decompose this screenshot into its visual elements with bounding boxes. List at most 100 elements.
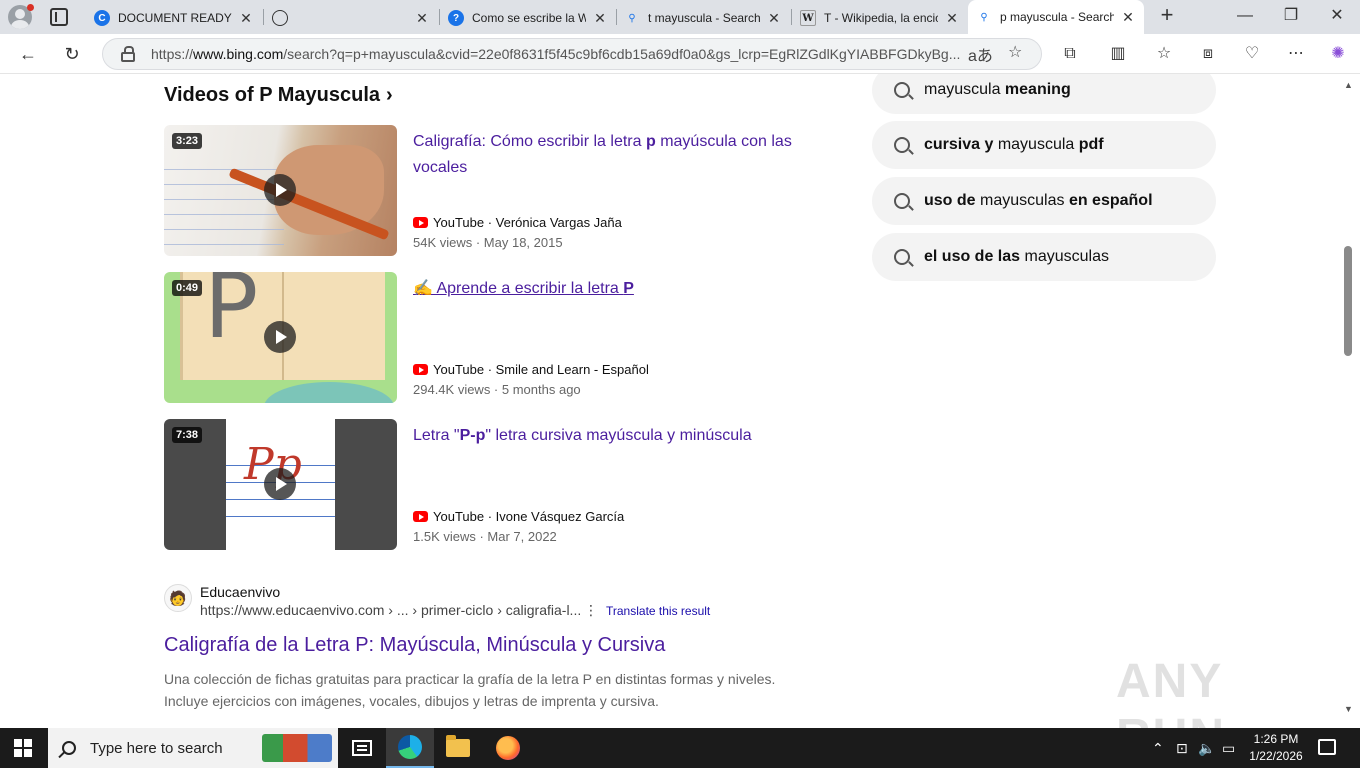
video-source-text: YouTube · Ivone Vásquez García xyxy=(433,509,625,524)
url-text[interactable]: https://www.bing.com/search?q=p+mayuscul… xyxy=(151,46,961,62)
related-bold: en español xyxy=(1068,192,1153,209)
result-title[interactable]: Caligrafía de la Letra P: Mayúscula, Min… xyxy=(164,634,665,657)
favorite-star-icon[interactable]: ☆ xyxy=(1008,42,1022,62)
tab-document-ready[interactable]: C DOCUMENT READY P ✕ xyxy=(86,4,262,32)
tab-p-mayuscula[interactable]: ⚲ p mayuscula - Search ✕ xyxy=(968,0,1144,34)
globe-icon xyxy=(272,10,288,26)
related-search-item[interactable]: el uso de las mayusculas xyxy=(872,233,1216,281)
display-icon[interactable]: ▭ xyxy=(1222,740,1235,757)
clock-time: 1:26 PM xyxy=(1253,732,1299,746)
scroll-up-icon[interactable]: ▲ xyxy=(1344,80,1353,90)
search-highlight-icon[interactable] xyxy=(262,734,332,762)
related-bold: cursiva y xyxy=(924,136,998,153)
tab-como-se-escribe[interactable]: ? Como se escribe la W ✕ xyxy=(440,4,616,32)
page-scrollbar[interactable]: ▲ ▼ xyxy=(1340,74,1360,728)
taskbar-clock[interactable]: 1:26 PM 1/22/2026 xyxy=(1244,731,1308,765)
windows-taskbar: Type here to search ⌃ ⊡ 🔈 ▭ 1:26 PM 1/22… xyxy=(0,728,1360,768)
video-card[interactable]: 3:23 Caligrafía: Cómo escribir la letra … xyxy=(164,125,804,256)
close-icon[interactable]: ✕ xyxy=(592,10,608,27)
related-search-item[interactable]: cursiva y mayuscula pdf xyxy=(872,121,1216,169)
video-title-bold: P-p xyxy=(459,427,486,444)
video-card[interactable]: P 0:49 ✍️ Aprende a escribir la letra P … xyxy=(164,272,804,403)
video-title-bold: p xyxy=(645,133,656,150)
video-card[interactable]: Pp 7:38 Letra "P-p" letra cursiva mayúsc… xyxy=(164,419,804,550)
taskbar-search-box[interactable]: Type here to search xyxy=(48,728,338,768)
tab-actions-icon[interactable] xyxy=(50,8,68,26)
videos-heading-text: Videos of P Mayuscula xyxy=(164,84,381,106)
taskbar-file-explorer[interactable] xyxy=(434,728,482,768)
related-search-item[interactable]: uso de mayusculas en español xyxy=(872,177,1216,225)
windows-start-icon[interactable] xyxy=(14,739,32,757)
search-icon xyxy=(894,137,910,153)
video-title[interactable]: Caligrafía: Cómo escribir la letra p may… xyxy=(413,129,803,181)
video-duration: 3:23 xyxy=(172,133,203,149)
taskbar-firefox[interactable] xyxy=(484,728,532,768)
tab-wikipedia[interactable]: W T - Wikipedia, la encic ✕ xyxy=(792,4,968,32)
video-thumbnail[interactable]: Pp 7:38 xyxy=(164,419,397,550)
video-source: YouTube · Ivone Vásquez García xyxy=(413,509,624,524)
related-normal: mayusculas xyxy=(1024,248,1109,265)
site-name[interactable]: Educaenvivo xyxy=(200,584,280,600)
collections-icon[interactable]: ⧈ xyxy=(1196,42,1220,66)
tab-favicon-icon: C xyxy=(94,10,110,26)
play-icon[interactable] xyxy=(264,174,296,206)
videos-heading[interactable]: Videos of P Mayuscula › xyxy=(164,84,393,107)
scrollbar-thumb[interactable] xyxy=(1344,246,1352,356)
translate-link[interactable]: Translate this result xyxy=(606,604,710,618)
more-options-icon[interactable]: ⋮ xyxy=(584,602,598,619)
play-icon[interactable] xyxy=(264,468,296,500)
copilot-icon[interactable]: ✺ xyxy=(1326,42,1350,66)
video-source: YouTube · Smile and Learn - Español xyxy=(413,362,649,377)
chevron-up-icon[interactable]: ⌃ xyxy=(1152,740,1164,757)
more-options-icon[interactable]: ⋯ xyxy=(1284,42,1308,66)
volume-icon[interactable]: 🔈 xyxy=(1198,740,1215,757)
youtube-icon xyxy=(413,364,428,375)
notification-icon[interactable] xyxy=(1318,739,1336,755)
close-window-button[interactable]: ✕ xyxy=(1322,4,1352,28)
favorites-icon[interactable]: ☆ xyxy=(1152,42,1176,66)
network-icon[interactable]: ⊡ xyxy=(1176,740,1188,757)
video-title[interactable]: Letra "P-p" letra cursiva mayúscula y mi… xyxy=(413,423,803,449)
related-normal: mayusculas xyxy=(980,192,1069,209)
refresh-button[interactable]: ↻ xyxy=(60,42,84,66)
close-icon[interactable]: ✕ xyxy=(238,10,254,27)
related-bold: el uso de las xyxy=(924,248,1025,265)
task-view-button[interactable] xyxy=(338,728,386,768)
split-screen-icon[interactable]: ▥ xyxy=(1106,42,1130,66)
lock-icon[interactable] xyxy=(121,46,135,62)
youtube-icon xyxy=(413,217,428,228)
browser-essentials-icon[interactable]: ♡ xyxy=(1240,42,1264,66)
related-search-item[interactable]: mayuscula meaning xyxy=(872,74,1216,114)
new-tab-button[interactable]: + xyxy=(1155,4,1179,28)
site-url[interactable]: https://www.educaenvivo.com › ... › prim… xyxy=(200,602,581,618)
video-source: YouTube · Verónica Vargas Jaña xyxy=(413,215,622,230)
read-aloud-icon[interactable]: aあ xyxy=(968,42,993,66)
address-bar[interactable]: https://www.bing.com/search?q=p+mayuscul… xyxy=(102,38,1042,70)
video-thumbnail[interactable]: P 0:49 xyxy=(164,272,397,403)
restore-button[interactable]: ❐ xyxy=(1276,4,1306,28)
search-icon: ⚲ xyxy=(628,12,636,24)
minimize-button[interactable]: — xyxy=(1230,4,1260,28)
tab-globe[interactable]: ✕ xyxy=(264,4,438,32)
back-button[interactable]: ← xyxy=(16,42,40,66)
tab-title: T - Wikipedia, la encic xyxy=(824,11,938,25)
site-favicon-icon[interactable]: 🧑 xyxy=(164,584,192,612)
tab-t-mayuscula[interactable]: ⚲ t mayuscula - Search ✕ xyxy=(616,4,790,32)
taskbar-edge[interactable] xyxy=(386,728,434,768)
video-title[interactable]: ✍️ Aprende a escribir la letra P xyxy=(413,276,803,302)
video-thumbnail[interactable]: 3:23 xyxy=(164,125,397,256)
video-title-bold: P xyxy=(623,280,634,297)
page-content: Videos of P Mayuscula › 3:23 Caligrafía:… xyxy=(0,74,1340,728)
play-icon[interactable] xyxy=(264,321,296,353)
scroll-down-icon[interactable]: ▼ xyxy=(1344,704,1353,714)
search-icon xyxy=(894,193,910,209)
close-icon[interactable]: ✕ xyxy=(1120,9,1136,26)
result-snippet: Una colección de fichas gratuitas para p… xyxy=(164,671,776,709)
close-icon[interactable]: ✕ xyxy=(944,10,960,27)
related-search-text: cursiva y mayuscula pdf xyxy=(924,136,1104,154)
video-stats: 1.5K views · Mar 7, 2022 xyxy=(413,529,557,544)
close-icon[interactable]: ✕ xyxy=(414,10,430,27)
clock-date: 1/22/2026 xyxy=(1249,749,1303,763)
close-icon[interactable]: ✕ xyxy=(766,10,782,27)
extensions-icon[interactable]: ⧉ xyxy=(1058,42,1082,66)
